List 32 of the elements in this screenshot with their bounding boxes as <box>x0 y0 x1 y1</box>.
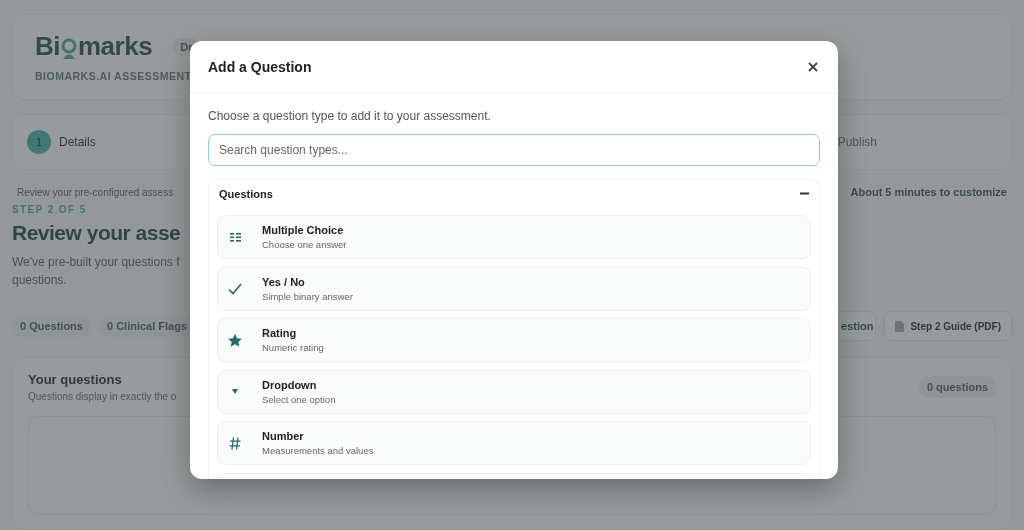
question-count: 0 questions <box>918 376 996 398</box>
option-description: Measurements and values <box>262 445 374 456</box>
option-description: Choose one answer <box>262 239 347 250</box>
option-description: Select one option <box>262 393 336 405</box>
question-type-option[interactable]: Number Measurements and values <box>217 421 811 465</box>
option-title: Yes / No <box>262 275 306 288</box>
question-type-option[interactable]: Rating Numeric rating <box>217 318 811 362</box>
guide-button[interactable]: Step 2 Guide (PDF) <box>884 311 1012 341</box>
option-title: Multiple Choice <box>262 224 345 236</box>
option-title: Number <box>262 430 305 442</box>
page-description: We've pre-built your questions f questions. <box>12 254 180 289</box>
dialog-title: Add a Question <box>208 58 312 75</box>
intro-note: Review your pre-configured assess <box>17 186 174 198</box>
question-type-option[interactable]: Yes / No Simple binary answer <box>217 266 811 311</box>
step-indicator: STEP 2 OF 5 <box>12 204 88 215</box>
card-title: Your questions <box>28 372 123 387</box>
option-description: Simple binary answer <box>262 290 353 302</box>
step-label[interactable]: Details <box>59 135 96 149</box>
search-field[interactable]: Search question types... <box>208 134 820 166</box>
step-number: 1 <box>27 130 51 154</box>
section-title: Questions <box>219 187 273 200</box>
option-description: Numeric rating <box>262 342 324 353</box>
page-heading: Review your asse <box>12 221 181 245</box>
time-estimate: About 5 minutes to customize <box>850 186 1007 198</box>
question-type-option[interactable]: Dropdown Select one option <box>217 369 811 414</box>
dialog-description: Choose a question type to add it to your assessment. <box>208 109 492 123</box>
logo: Bi marks <box>35 31 153 62</box>
count-pill: 0 Questions <box>12 315 91 337</box>
option-title: Dropdown <box>262 378 318 391</box>
question-type-option[interactable]: Multiple Choice Choose one answer <box>217 215 811 259</box>
app-subtitle: BIOMARKS.AI ASSESSMENT <box>35 70 192 82</box>
option-title: Rating <box>262 327 298 339</box>
